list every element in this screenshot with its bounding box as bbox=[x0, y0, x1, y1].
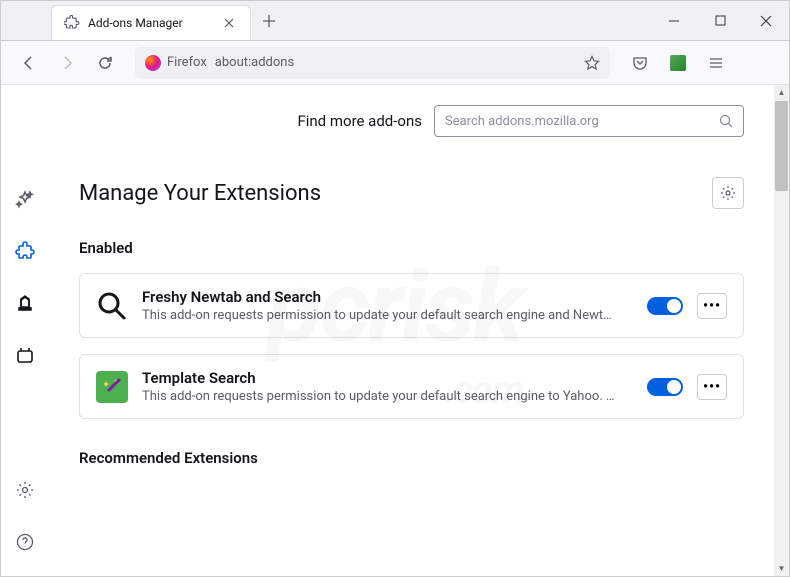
firefox-logo-icon bbox=[145, 55, 161, 71]
extension-name: Freshy Newtab and Search bbox=[142, 288, 633, 306]
header-row: Manage Your Extensions bbox=[79, 177, 744, 209]
section-enabled-title: Enabled bbox=[79, 239, 744, 257]
more-options-button[interactable]: ••• bbox=[697, 374, 727, 400]
site-identity[interactable]: Firefox bbox=[145, 55, 207, 71]
scroll-down-button[interactable]: ▼ bbox=[774, 561, 789, 576]
sidebar-settings[interactable] bbox=[11, 476, 39, 504]
back-button[interactable] bbox=[13, 47, 45, 79]
extension-body: Template Search This add-on requests per… bbox=[142, 369, 633, 404]
extension-icon-template bbox=[96, 371, 128, 403]
search-icon bbox=[96, 290, 128, 322]
sidebar-plugins[interactable] bbox=[11, 341, 39, 369]
forward-button[interactable] bbox=[51, 47, 83, 79]
tab-title: Add-ons Manager bbox=[88, 16, 212, 30]
sidebar-recommendations[interactable] bbox=[11, 185, 39, 213]
new-tab-button[interactable] bbox=[251, 1, 287, 40]
identity-label: Firefox bbox=[167, 55, 207, 70]
wand-icon bbox=[101, 376, 123, 398]
extension-icon-magnify bbox=[96, 290, 128, 322]
find-addons-row: Find more add-ons Search addons.mozilla.… bbox=[79, 105, 744, 137]
scroll-thumb[interactable] bbox=[775, 101, 788, 191]
extension-description: This add-on requests permission to updat… bbox=[142, 308, 633, 323]
url-text: about:addons bbox=[215, 55, 576, 70]
close-icon[interactable] bbox=[220, 14, 238, 32]
sidebar-extensions[interactable] bbox=[11, 237, 39, 265]
reload-button[interactable] bbox=[89, 47, 121, 79]
extension-button[interactable] bbox=[662, 47, 694, 79]
extension-body: Freshy Newtab and Search This add-on req… bbox=[142, 288, 633, 323]
browser-tab[interactable]: Add-ons Manager bbox=[51, 5, 251, 40]
extension-name: Template Search bbox=[142, 369, 633, 387]
scroll-up-button[interactable]: ▲ bbox=[774, 85, 789, 100]
enable-toggle[interactable] bbox=[647, 378, 683, 396]
search-addons-input[interactable]: Search addons.mozilla.org bbox=[434, 105, 744, 137]
gear-icon bbox=[720, 185, 736, 201]
search-placeholder: Search addons.mozilla.org bbox=[445, 114, 711, 129]
toolbar: Firefox about:addons bbox=[1, 41, 789, 85]
bookmark-star-icon[interactable] bbox=[584, 55, 600, 71]
address-bar[interactable]: Firefox about:addons bbox=[135, 47, 610, 79]
sidebar bbox=[1, 85, 49, 576]
close-button[interactable] bbox=[743, 1, 789, 40]
enable-toggle[interactable] bbox=[647, 297, 683, 315]
search-icon bbox=[719, 114, 733, 128]
titlebar: Add-ons Manager bbox=[1, 1, 789, 41]
page-settings-button[interactable] bbox=[712, 177, 744, 209]
extension-icon bbox=[670, 55, 686, 71]
sidebar-themes[interactable] bbox=[11, 289, 39, 317]
minimize-button[interactable] bbox=[651, 1, 697, 40]
extension-card[interactable]: Freshy Newtab and Search This add-on req… bbox=[79, 273, 744, 338]
find-more-label: Find more add-ons bbox=[297, 112, 422, 130]
extension-description: This add-on requests permission to updat… bbox=[142, 389, 633, 404]
more-options-button[interactable]: ••• bbox=[697, 293, 727, 319]
scrollbar[interactable]: ▲ ▼ bbox=[774, 85, 789, 576]
maximize-button[interactable] bbox=[697, 1, 743, 40]
page-title: Manage Your Extensions bbox=[79, 181, 712, 206]
main-panel: Find more add-ons Search addons.mozilla.… bbox=[49, 85, 774, 576]
sidebar-help[interactable] bbox=[11, 528, 39, 556]
content-area: pcrisk.com Find bbox=[1, 85, 789, 576]
puzzle-icon bbox=[64, 15, 80, 31]
section-recommended-title: Recommended Extensions bbox=[79, 449, 744, 467]
pocket-button[interactable] bbox=[624, 47, 656, 79]
window: Add-ons Manager bbox=[0, 0, 790, 577]
menu-button[interactable] bbox=[700, 47, 732, 79]
extension-card[interactable]: Template Search This add-on requests per… bbox=[79, 354, 744, 419]
